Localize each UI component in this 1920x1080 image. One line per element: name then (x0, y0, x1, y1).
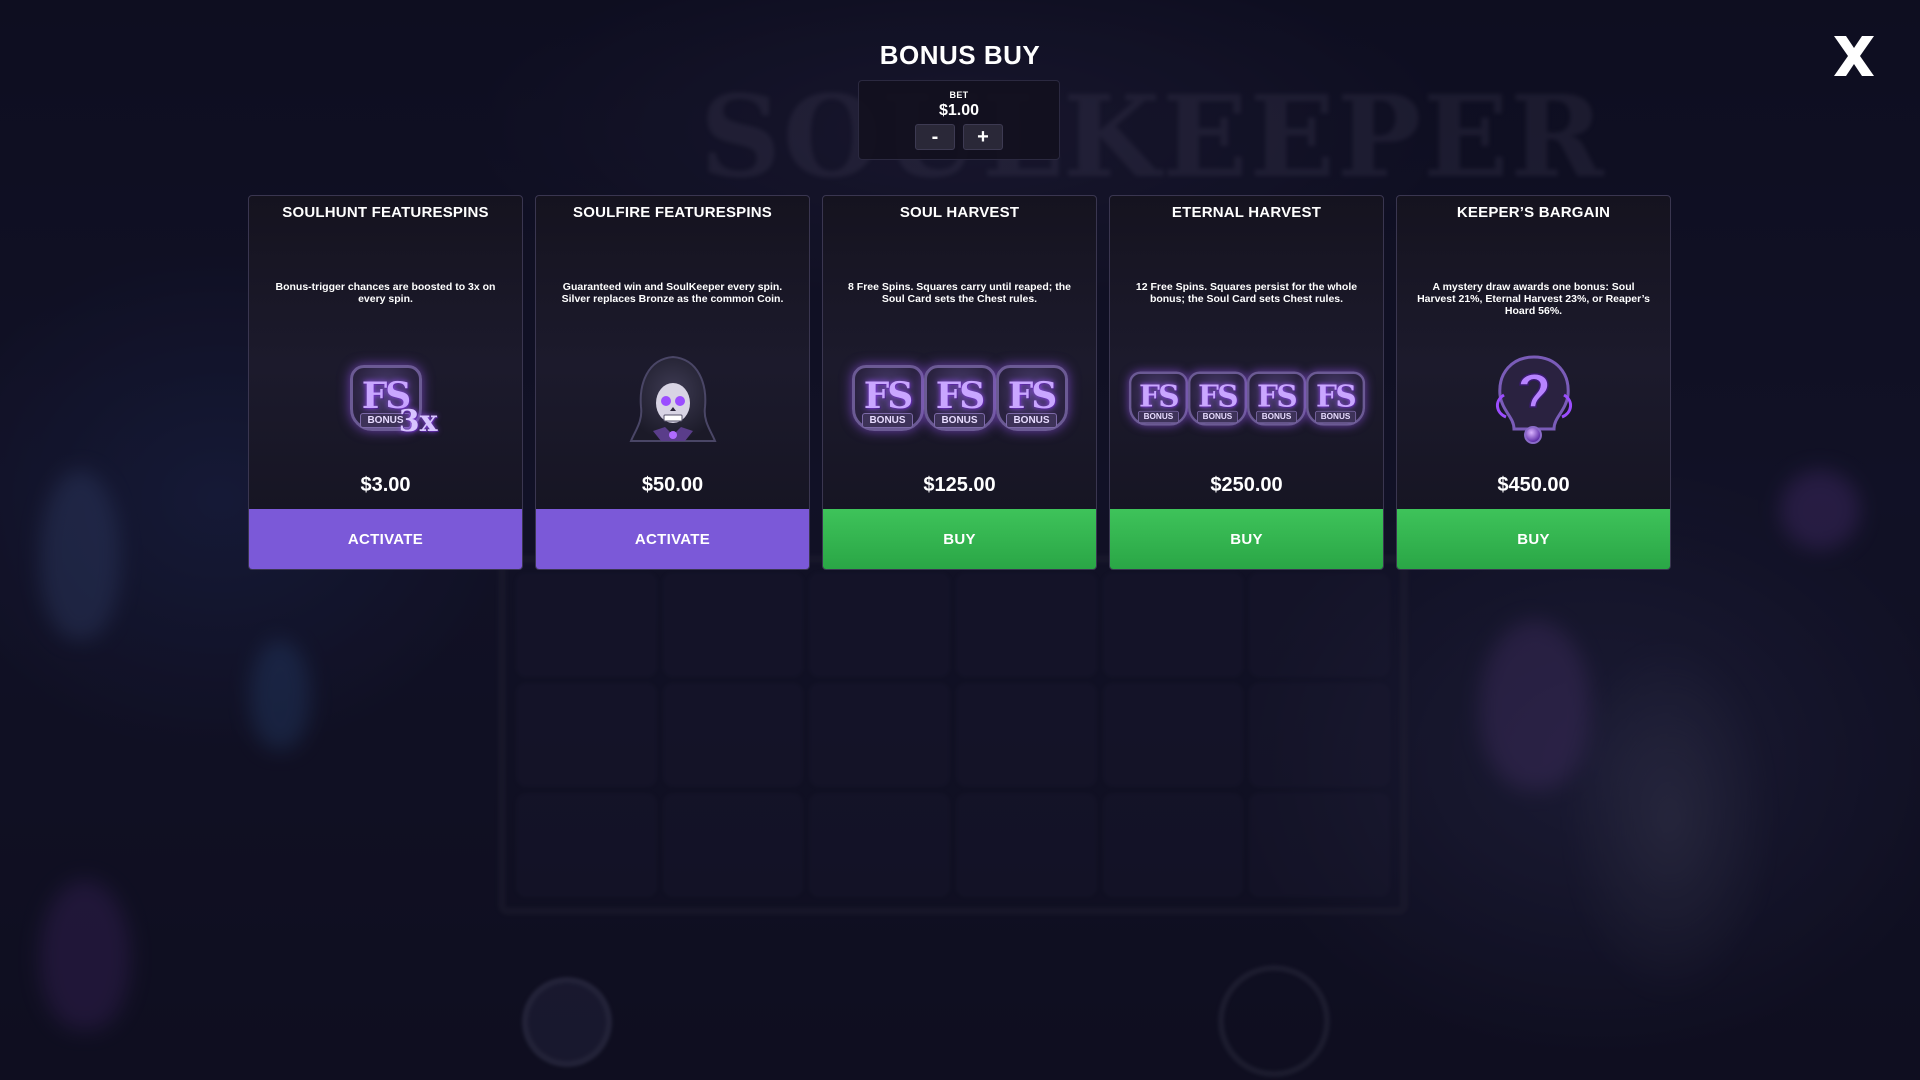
bonus-card-keepers-bargain: KEEPER’S BARGAIN A mystery draw awards o… (1396, 195, 1671, 570)
mystery-question-icon (1397, 346, 1670, 456)
fs-bonus-quad-icon: FS BONUS FS BONUS FS BONUS FS BONUS (1110, 346, 1383, 456)
fs-badge-row: FS BONUS FS BONUS FS BONUS (850, 361, 1070, 441)
activate-button[interactable]: ACTIVATE (536, 509, 809, 569)
fs-badge-text: FS (1138, 379, 1179, 414)
buy-button[interactable]: BUY (1110, 509, 1383, 569)
mystery-question-svg (1495, 355, 1572, 444)
bet-increase-button[interactable]: + (963, 124, 1003, 150)
fs-badge: FS BONUS (850, 361, 926, 441)
card-description: 12 Free Spins. Squares persist for the w… (1135, 281, 1358, 305)
bonus-card-soul-harvest: SOUL HARVEST 8 Free Spins. Squares carry… (822, 195, 1097, 570)
bet-stepper: - + (859, 124, 1059, 150)
fs-badge-ribbon: BONUS (862, 412, 913, 428)
card-description: Bonus-trigger chances are boosted to 3x … (275, 281, 496, 305)
card-description: 8 Free Spins. Squares carry until reaped… (848, 281, 1071, 305)
fs-badge: FS BONUS 3x (348, 361, 438, 441)
bonus-card-eternal-harvest: ETERNAL HARVEST 12 Free Spins. Squares p… (1109, 195, 1384, 570)
fs-badge-text: FS (935, 374, 986, 417)
card-title: SOULHUNT FEATURESPINS (282, 204, 489, 221)
bet-decrease-button[interactable]: - (915, 124, 955, 150)
bonus-card-soulhunt: SOULHUNT FEATURESPINS Bonus-trigger chan… (248, 195, 523, 570)
fs-badge-ribbon: BONUS (1137, 410, 1179, 423)
card-description: Guaranteed win and SoulKeeper every spin… (561, 281, 784, 305)
fs-badge-ribbon: BONUS (934, 412, 985, 428)
fs-bonus-3x-icon: FS BONUS 3x (249, 346, 522, 456)
card-title: KEEPER’S BARGAIN (1456, 204, 1611, 221)
fs-badge: FS BONUS (1245, 368, 1307, 434)
fs-badge-text: FS (1256, 379, 1298, 414)
fs-bonus-triple-icon: FS BONUS FS BONUS FS BONUS (823, 346, 1096, 456)
fs-multiplier-text: 3x (398, 404, 438, 439)
card-price: $50.00 (641, 474, 704, 496)
card-title: SOUL HARVEST (899, 204, 1020, 221)
fs-badge: FS BONUS (922, 361, 998, 441)
activate-button[interactable]: ACTIVATE (249, 509, 522, 569)
bet-label: BET (949, 90, 969, 100)
fs-badge-ribbon: BONUS (1196, 410, 1238, 423)
fs-badge-ribbon: BONUS (1314, 410, 1356, 423)
fs-badge-text: FS (1007, 374, 1058, 417)
fs-badge-ribbon: BONUS (1006, 412, 1057, 428)
bonus-buy-title: BONUS BUY (879, 40, 1041, 70)
card-title: ETERNAL HARVEST (1171, 204, 1322, 221)
bonus-cards-row: SOULHUNT FEATURESPINS Bonus-trigger chan… (248, 195, 1671, 570)
bonus-card-soulfire: SOULFIRE FEATURESPINS Guaranteed win and… (535, 195, 810, 570)
close-x-icon (1834, 36, 1874, 76)
fs-badge: FS BONUS (1186, 368, 1248, 434)
fs-badge-ribbon: BONUS (1255, 410, 1297, 423)
card-title: SOULFIRE FEATURESPINS (573, 204, 772, 221)
card-description: A mystery draw awards one bonus: Soul Ha… (1417, 281, 1650, 317)
bet-panel: BET $1.00 - + (858, 80, 1060, 160)
buy-button[interactable]: BUY (823, 509, 1096, 569)
fs-badge-row: FS BONUS FS BONUS FS BONUS FS BONUS (1127, 368, 1366, 434)
card-price: $125.00 (923, 474, 996, 496)
buy-button[interactable]: BUY (1397, 509, 1670, 569)
card-price: $3.00 (360, 474, 411, 496)
hooded-skull-icon (536, 346, 809, 456)
fs-badge: FS BONUS (1304, 368, 1366, 434)
fs-badge-text: FS (863, 374, 914, 417)
card-price: $250.00 (1210, 474, 1283, 496)
fs-badge-text: FS (1197, 379, 1238, 414)
close-button[interactable] (1830, 32, 1878, 80)
bet-value: $1.00 (938, 102, 980, 119)
hooded-skull-svg (629, 355, 716, 442)
fs-badge-text: FS (1315, 379, 1357, 414)
fs-badge: FS BONUS (994, 361, 1070, 441)
fs-badge: FS BONUS (1127, 368, 1189, 434)
card-price: $450.00 (1497, 474, 1570, 496)
